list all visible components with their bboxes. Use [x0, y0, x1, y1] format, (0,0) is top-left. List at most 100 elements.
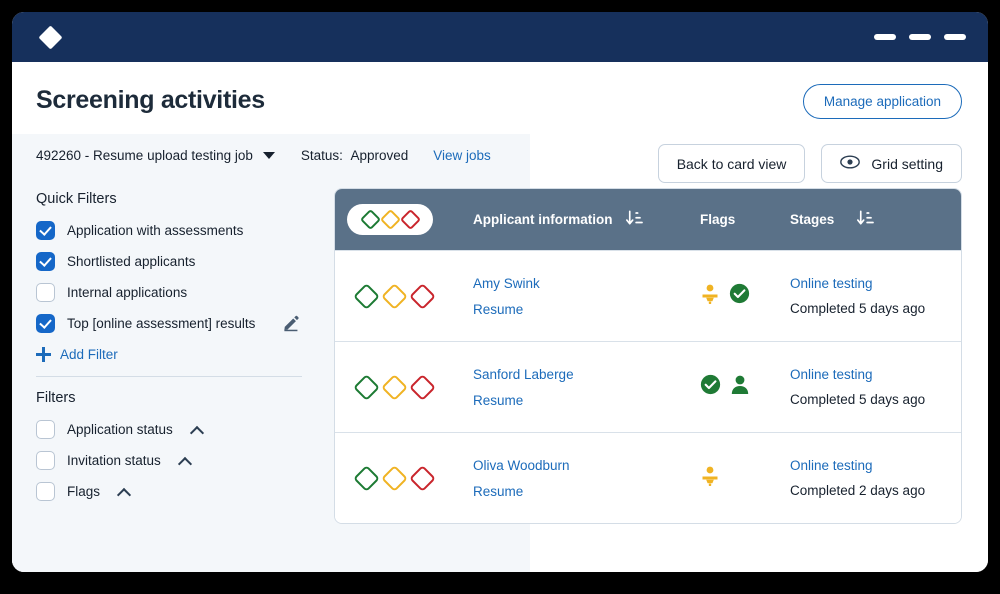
grid-header-applicant-information: Applicant information — [473, 209, 700, 231]
diamond-yellow-icon — [381, 373, 408, 401]
row-diamond-rating[interactable] — [335, 373, 473, 401]
job-select-label: 492260 - Resume upload testing job — [36, 148, 253, 163]
view-jobs-link[interactable]: View jobs — [433, 148, 491, 163]
row-diamond-rating[interactable] — [335, 464, 473, 492]
person-green-icon — [730, 374, 750, 400]
diamond-logo-icon[interactable] — [38, 24, 63, 50]
diamond-red-icon — [409, 282, 436, 310]
diamond-red-icon — [409, 373, 436, 401]
grid-setting-button[interactable]: Grid setting — [821, 144, 962, 183]
stage-link[interactable]: Online testing — [790, 367, 925, 382]
chevron-up-icon[interactable] — [118, 486, 130, 498]
plus-icon — [36, 347, 51, 362]
job-status-prefix: Status: — [300, 148, 343, 163]
grid-setting-label: Grid setting — [871, 155, 943, 172]
shortlisted-person-yellow-icon — [700, 283, 720, 310]
back-to-card-view-button[interactable]: Back to card view — [657, 144, 806, 183]
chevron-up-icon[interactable] — [191, 424, 203, 436]
sort-descending-icon[interactable] — [625, 209, 644, 231]
filter-checkbox[interactable] — [36, 451, 55, 470]
table-row[interactable]: Amy Swink Resume Online testing Complete… — [335, 250, 961, 341]
add-filter-label: Add Filter — [60, 347, 118, 362]
table-row[interactable]: Oliva Woodburn Resume Online testing Com… — [335, 432, 961, 523]
grid-header-flags-label: Flags — [700, 212, 736, 227]
grid-header-row: Applicant information Flags Stages — [335, 189, 961, 250]
grid-header-flags: Flags — [700, 212, 790, 227]
resume-link[interactable]: Resume — [473, 393, 574, 408]
filter-label: Application status — [67, 422, 173, 437]
quick-filter-label: Top [online assessment] results — [67, 316, 256, 331]
row-flags — [700, 283, 790, 310]
edit-pencil-icon[interactable] — [282, 313, 301, 337]
page-header: Screening activities Manage application — [12, 62, 988, 134]
nav-placeholder-item-1[interactable] — [874, 34, 896, 40]
nav-placeholder-item-3[interactable] — [944, 34, 966, 40]
stage-link[interactable]: Online testing — [790, 276, 925, 291]
quick-filter-checkbox[interactable] — [36, 221, 55, 240]
job-status-value: Approved — [350, 148, 409, 163]
stage-status: Completed 5 days ago — [790, 301, 926, 316]
diamond-yellow-icon — [381, 282, 408, 310]
quick-filter-checkbox[interactable] — [36, 252, 55, 271]
diamond-red-icon — [409, 464, 436, 492]
sort-descending-icon[interactable] — [856, 209, 875, 231]
quick-filter-label: Shortlisted applicants — [67, 254, 196, 269]
quick-filter-label: Internal applications — [67, 285, 188, 300]
grid-header-stages-label: Stages — [790, 212, 835, 227]
chevron-down-icon — [262, 152, 275, 159]
manage-application-button[interactable]: Manage application — [802, 84, 962, 119]
diamond-green-icon — [353, 373, 380, 401]
stage-link[interactable]: Online testing — [790, 458, 925, 473]
resume-link[interactable]: Resume — [473, 302, 540, 317]
row-flags — [700, 465, 790, 492]
grid-header-stages: Stages — [790, 209, 875, 231]
applicants-grid: Applicant information Flags Stages Amy S… — [334, 188, 962, 524]
row-applicant-info: Sanford Laberge Resume — [473, 367, 700, 408]
filter-checkbox[interactable] — [36, 482, 55, 501]
nav-placeholder-group — [874, 34, 966, 40]
row-flags — [700, 374, 790, 400]
diamond-green-icon — [359, 208, 381, 231]
nav-placeholder-item-2[interactable] — [909, 34, 931, 40]
applicant-name-link[interactable]: Sanford Laberge — [473, 367, 574, 382]
sidebar-divider — [36, 376, 302, 377]
stage-status: Completed 5 days ago — [790, 392, 926, 407]
diamond-yellow-icon — [381, 464, 408, 492]
filter-label: Flags — [67, 484, 101, 499]
job-select-dropdown[interactable]: 492260 - Resume upload testing job — [36, 148, 275, 163]
shortlisted-person-yellow-icon — [700, 465, 720, 492]
table-row[interactable]: Sanford Laberge Resume Online testing Co… — [335, 341, 961, 432]
quick-filter-label: Application with assessments — [67, 223, 244, 238]
grid-header-applicant-label: Applicant information — [473, 212, 613, 227]
row-diamond-rating[interactable] — [335, 282, 473, 310]
diamond-green-icon — [353, 282, 380, 310]
filter-label: Invitation status — [67, 453, 161, 468]
chevron-up-icon[interactable] — [179, 455, 191, 467]
app-window: Screening activities Manage application … — [12, 12, 988, 572]
check-circle-green-icon — [729, 283, 750, 309]
row-stage: Online testing Completed 5 days ago — [790, 276, 925, 316]
grid-toolbar: Back to card view Grid setting — [657, 144, 962, 183]
row-applicant-info: Amy Swink Resume — [473, 276, 700, 317]
row-stage: Online testing Completed 5 days ago — [790, 367, 925, 407]
resume-link[interactable]: Resume — [473, 484, 570, 499]
applicant-name-link[interactable]: Oliva Woodburn — [473, 458, 570, 473]
page-body: 492260 - Resume upload testing job Statu… — [12, 134, 988, 572]
quick-filter-checkbox[interactable] — [36, 314, 55, 333]
stage-status: Completed 2 days ago — [790, 483, 926, 498]
diamond-rating-legend[interactable] — [347, 204, 433, 235]
eye-icon — [840, 155, 861, 172]
back-to-card-view-label: Back to card view — [676, 155, 787, 172]
job-context-bar: 492260 - Resume upload testing job Statu… — [12, 134, 530, 177]
check-circle-green-icon — [700, 374, 721, 400]
diamond-green-icon — [353, 464, 380, 492]
diamond-red-icon — [399, 208, 421, 231]
row-applicant-info: Oliva Woodburn Resume — [473, 458, 700, 499]
applicant-name-link[interactable]: Amy Swink — [473, 276, 540, 291]
quick-filter-checkbox[interactable] — [36, 283, 55, 302]
job-status: Status: Approved — [301, 148, 408, 163]
filter-checkbox[interactable] — [36, 420, 55, 439]
top-navbar — [12, 12, 988, 62]
grid-header-diamonds — [335, 204, 473, 235]
page-title: Screening activities — [36, 86, 265, 114]
